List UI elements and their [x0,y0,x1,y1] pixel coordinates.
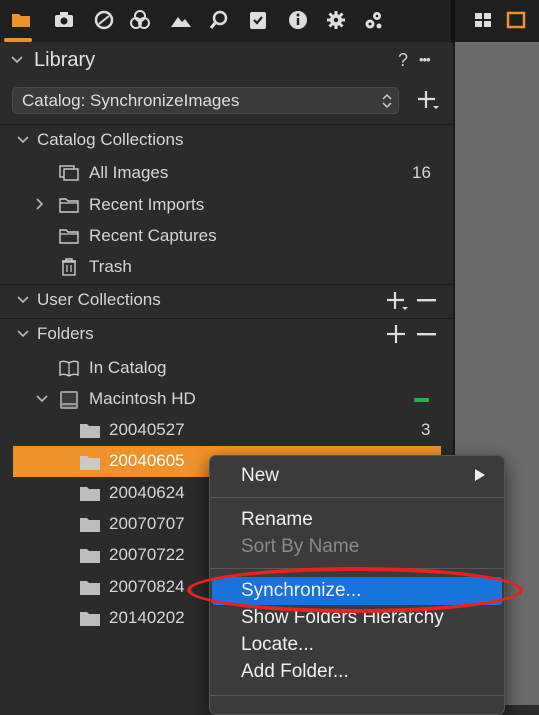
chevron-down-icon[interactable] [16,133,30,147]
catalog-collections-header[interactable]: Catalog Collections [37,130,183,150]
gears-icon[interactable] [363,9,385,31]
divider [0,284,451,285]
search-icon[interactable] [208,9,230,31]
updown-chevron-icon [381,92,393,110]
menu-item-locate[interactable]: Locate... [241,634,314,656]
drive-status-indicator [414,398,430,402]
gear-icon[interactable] [325,9,347,31]
catalog-select-value: Catalog: SynchronizeImages [22,91,240,110]
all-images-count: 16 [412,163,431,182]
folder-icon [79,580,101,596]
mountain-icon[interactable] [170,9,192,31]
hard-drive-icon [58,389,80,411]
clipboard-check-icon[interactable] [247,9,269,31]
folder-icon [79,455,101,471]
folder-item-selected[interactable]: 20040605 [109,451,185,471]
collection-all-images[interactable]: All Images [89,163,168,183]
submenu-arrow-icon [474,468,486,482]
camera-icon[interactable] [53,9,75,31]
folder-icon [79,517,101,533]
all-images-icon [59,165,79,181]
chevron-down-icon[interactable] [35,392,49,406]
more-button[interactable]: ••• [419,52,431,67]
remove-collection-icon[interactable] [417,299,437,303]
library-title: Library [34,49,96,71]
divider [0,124,451,125]
help-button[interactable]: ? [398,50,408,71]
folder-count: 3 [421,420,431,439]
circle-icon[interactable] [93,9,115,31]
chevron-down-icon[interactable] [16,293,30,307]
info-icon[interactable] [287,9,309,31]
chevron-down-icon[interactable] [16,327,30,341]
single-view-icon[interactable] [505,9,527,31]
grid-icon[interactable] [472,9,494,31]
chevron-down-icon[interactable] [10,53,24,67]
menu-separator [210,695,506,696]
add-catalog-icon[interactable] [416,89,440,111]
add-collection-icon[interactable] [385,290,409,312]
folder-icon [79,423,101,439]
color-circles-icon[interactable] [129,9,151,31]
folder-icon[interactable] [10,9,32,31]
menu-item-synchronize[interactable]: Synchronize... [241,580,361,602]
folder-outline-icon [59,228,79,244]
menu-item-new[interactable]: New [241,465,279,487]
menu-item-show-folders-hierarchy[interactable]: Show Folders Hierarchy [241,607,444,629]
menu-item-sort-by-name: Sort By Name [241,536,360,557]
folder-item[interactable]: 20070824 [109,577,185,597]
folder-item[interactable]: 20070722 [109,545,185,565]
folder-item[interactable]: 20070707 [109,514,185,534]
menu-item-add-folder[interactable]: Add Folder... [241,661,349,683]
menu-separator [210,497,506,498]
tool-tab-bar [0,0,539,43]
book-icon [59,359,79,377]
user-collections-header[interactable]: User Collections [37,290,161,310]
add-folder-icon[interactable] [386,324,406,344]
collection-trash[interactable]: Trash [89,257,132,277]
folder-icon [79,548,101,564]
folder-macintosh-hd[interactable]: Macintosh HD [89,389,196,409]
folder-outline-icon [59,197,79,213]
folder-item[interactable]: 20040527 [109,420,185,440]
trash-icon [60,258,78,276]
menu-item-rename[interactable]: Rename [241,509,313,531]
folder-in-catalog[interactable]: In Catalog [89,358,167,378]
folder-item[interactable]: 20040624 [109,483,185,503]
folder-icon [79,611,101,627]
menu-separator [210,568,506,569]
divider [0,318,451,319]
collection-recent-captures[interactable]: Recent Captures [89,226,217,246]
catalog-select[interactable]: Catalog: SynchronizeImages [12,87,399,114]
remove-folder-icon[interactable] [417,333,437,337]
toolbar-divider [451,0,455,42]
chevron-right-icon[interactable] [33,197,47,211]
context-menu: New Rename Sort By Name Synchronize... S… [209,455,506,715]
folder-item[interactable]: 20140202 [109,608,185,628]
folder-icon [79,486,101,502]
collection-recent-imports[interactable]: Recent Imports [89,195,204,215]
folders-header[interactable]: Folders [37,324,94,344]
